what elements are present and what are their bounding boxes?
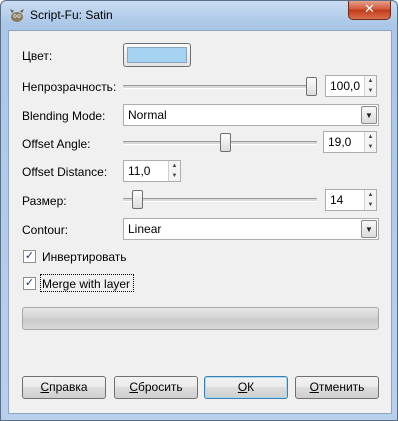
spin-down-icon[interactable]: ▼ [365, 142, 376, 152]
reset-button[interactable]: Сбросить [114, 376, 198, 399]
offset-angle-value: 19,0 [328, 135, 352, 149]
opacity-spin-arrows[interactable]: ▲ ▼ [364, 76, 376, 96]
chevron-down-icon[interactable]: ▼ [361, 220, 377, 238]
reset-button-mnemonic: С [129, 380, 138, 394]
opacity-slider-track[interactable] [123, 85, 317, 89]
chevron-down-icon[interactable]: ▼ [361, 106, 377, 124]
color-swatch-fill [127, 47, 187, 63]
reset-button-label: бросить [138, 380, 183, 394]
merge-with-layer-checkbox[interactable]: ✓ [23, 277, 36, 290]
size-label: Размер: [22, 194, 67, 208]
merge-with-layer-label[interactable]: Merge with layer [42, 277, 130, 291]
offset-angle-spinbox[interactable]: 19,0 ▲ ▼ [323, 131, 377, 153]
offset-angle-spin-arrows[interactable]: ▲ ▼ [364, 132, 376, 152]
spin-down-icon[interactable]: ▼ [365, 86, 376, 96]
cancel-button[interactable]: Отменить [295, 376, 379, 399]
dialog-window: Script-Fu: Satin ✕ Цвет: Непрозрачность:… [0, 0, 398, 421]
cancel-button-label: тменить [318, 380, 365, 394]
spin-up-icon[interactable]: ▲ [365, 132, 376, 142]
spin-up-icon[interactable]: ▲ [169, 161, 180, 171]
checkmark-icon: ✓ [24, 250, 35, 262]
size-slider-thumb[interactable] [132, 190, 143, 209]
opacity-slider-thumb[interactable] [306, 77, 317, 96]
spin-up-icon[interactable]: ▲ [365, 190, 376, 200]
blending-mode-label: Blending Mode: [22, 109, 106, 123]
opacity-spinbox[interactable]: 100,0 ▲ ▼ [325, 75, 377, 97]
gimp-icon [10, 9, 24, 22]
cancel-button-mnemonic: О [309, 380, 319, 394]
size-spinbox[interactable]: 14 ▲ ▼ [325, 189, 377, 211]
color-button[interactable] [123, 43, 191, 67]
offset-distance-label: Offset Distance: [22, 165, 108, 179]
spin-up-icon[interactable]: ▲ [365, 76, 376, 86]
opacity-label: Непрозрачность: [22, 80, 117, 94]
color-label: Цвет: [22, 49, 53, 63]
window-title: Script-Fu: Satin [30, 8, 113, 22]
offset-distance-spinbox[interactable]: 11,0 ▲ ▼ [123, 160, 181, 182]
size-slider-track[interactable] [123, 198, 317, 202]
dialog-body: Цвет: Непрозрачность: 100,0 ▲ ▼ Blending… [8, 30, 392, 414]
invert-checkbox[interactable]: ✓ [23, 250, 36, 263]
progress-bar [22, 307, 379, 330]
close-button[interactable]: ✕ [348, 1, 391, 20]
spin-down-icon[interactable]: ▼ [365, 200, 376, 210]
offset-distance-spin-arrows[interactable]: ▲ ▼ [168, 161, 180, 181]
ok-button-mnemonic: О [237, 380, 248, 394]
close-icon: ✕ [364, 2, 375, 17]
help-button-mnemonic: С [40, 380, 50, 394]
contour-dropdown[interactable]: Linear ▼ [123, 218, 379, 240]
offset-angle-label: Offset Angle: [22, 137, 91, 151]
help-button-label: правка [49, 380, 88, 394]
help-button[interactable]: Справка [22, 376, 106, 399]
size-spin-arrows[interactable]: ▲ ▼ [364, 190, 376, 210]
invert-label[interactable]: Инвертировать [42, 250, 127, 264]
blending-mode-value: Normal [128, 108, 167, 122]
opacity-value: 100,0 [330, 79, 361, 93]
title-bar[interactable]: Script-Fu: Satin ✕ [1, 1, 397, 29]
spin-down-icon[interactable]: ▼ [169, 171, 180, 181]
contour-value: Linear [128, 222, 162, 236]
size-value: 14 [330, 193, 344, 207]
offset-angle-slider-thumb[interactable] [220, 133, 231, 152]
ok-button[interactable]: ОК [204, 376, 288, 399]
blending-mode-dropdown[interactable]: Normal ▼ [123, 104, 379, 126]
checkmark-icon: ✓ [24, 277, 35, 289]
ok-button-label: К [247, 380, 255, 394]
offset-distance-value: 11,0 [128, 164, 151, 178]
contour-label: Contour: [22, 223, 69, 237]
